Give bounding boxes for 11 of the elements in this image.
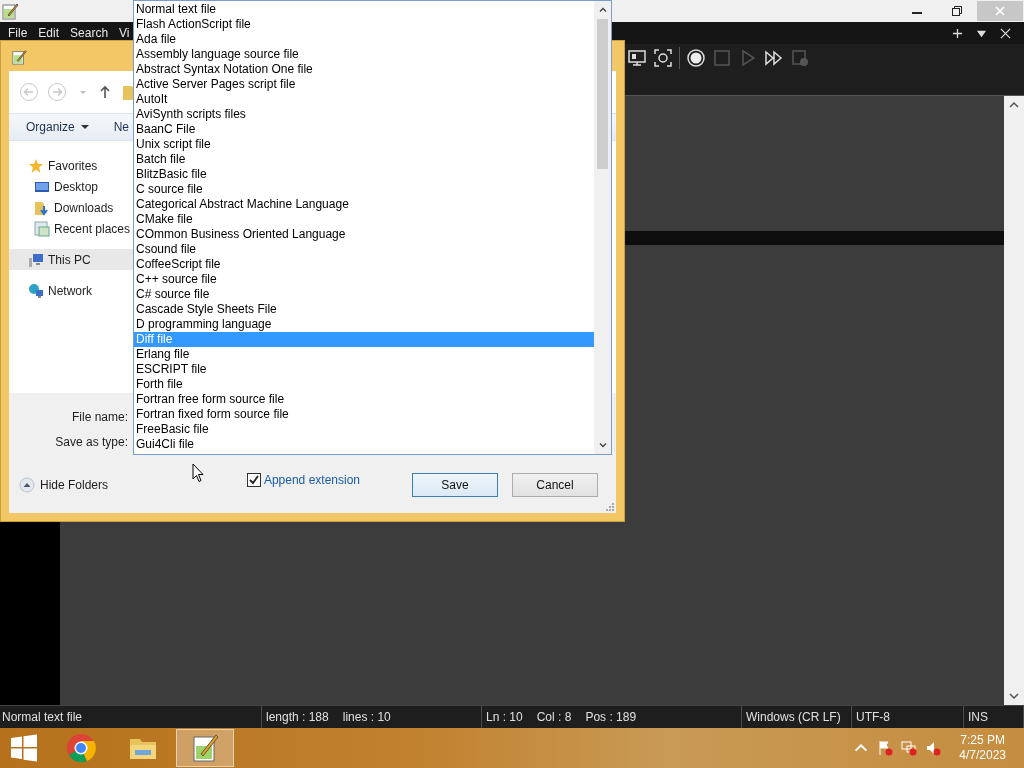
status-text: length : 188 [266,710,329,724]
field-label: File name: [71,410,128,424]
status-text: Pos : 189 [585,710,637,724]
status-text: UTF-8 [856,710,890,724]
status-text: INS [968,710,988,724]
status-text: Normal text file [2,710,83,724]
status-text: Windows (CR LF) [746,710,841,724]
status-text: lines : 10 [342,710,391,724]
field-label: Save as type: [55,435,128,449]
status-text: Col : 8 [536,710,572,724]
status-text: Ln : 10 [486,710,523,724]
